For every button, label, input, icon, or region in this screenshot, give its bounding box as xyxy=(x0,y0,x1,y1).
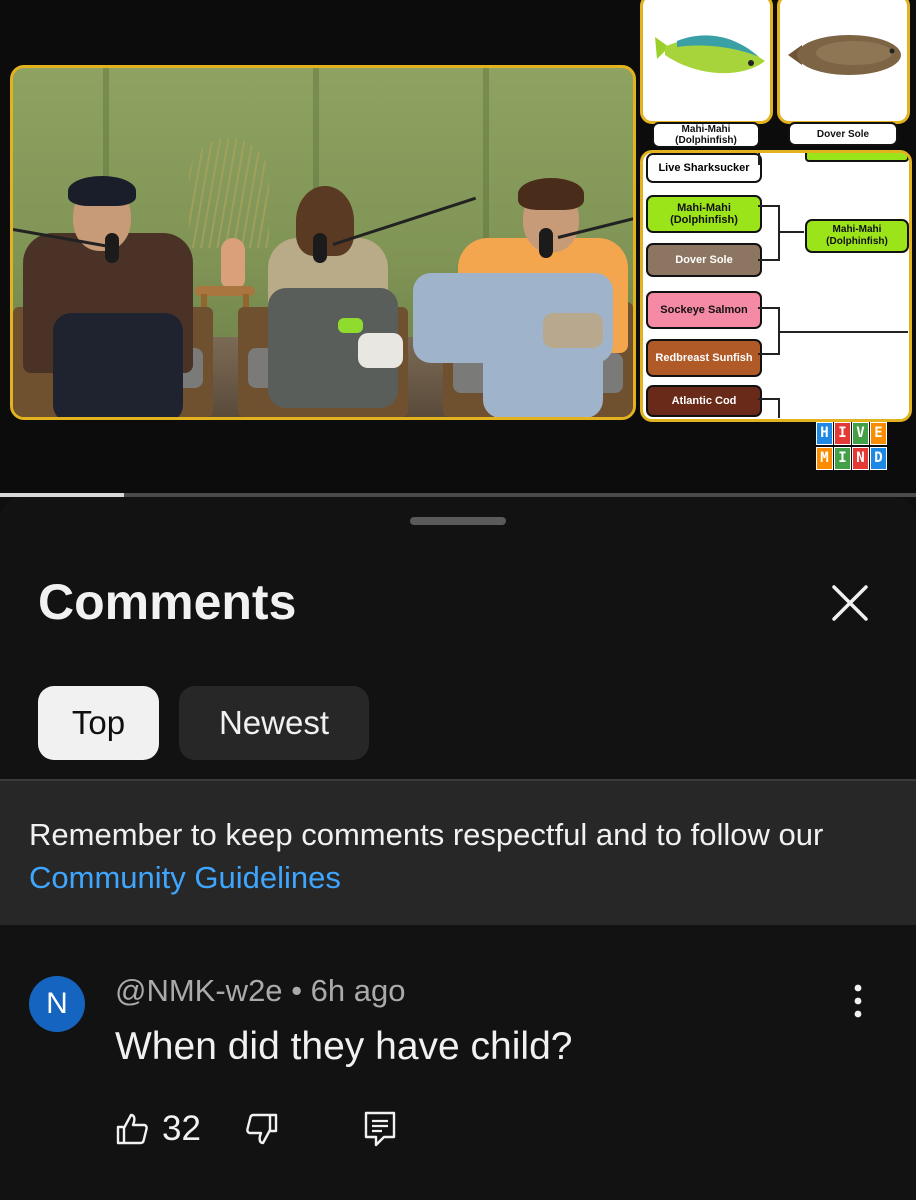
comments-title: Comments xyxy=(38,574,297,630)
community-notice: Remember to keep comments respectful and… xyxy=(0,779,916,925)
reply-icon xyxy=(364,1111,396,1147)
comment-text: When did they have child? xyxy=(115,1025,573,1068)
bracket-team: Atlantic Cod xyxy=(646,385,762,417)
avatar[interactable]: N xyxy=(29,976,85,1032)
drag-handle[interactable] xyxy=(410,517,506,525)
fish-card-dover-sole xyxy=(777,0,910,124)
comment-author[interactable]: @NMK-w2e xyxy=(115,973,283,1008)
reply-button[interactable] xyxy=(362,1107,398,1151)
comments-sheet: Comments Top Newest Remember to keep com… xyxy=(0,497,916,1200)
comment-meta: @NMK-w2e • 6h ago xyxy=(115,973,406,1009)
close-button[interactable] xyxy=(826,579,874,627)
card-label-dover: Dover Sole xyxy=(788,122,898,146)
notice-text: Remember to keep comments respectful and… xyxy=(29,817,824,852)
camera-feed xyxy=(10,65,636,420)
meta-separator: • xyxy=(291,973,303,1008)
community-guidelines-link[interactable]: Community Guidelines xyxy=(29,860,341,895)
like-count: 32 xyxy=(162,1109,201,1148)
bracket-team: Mahi-Mahi (Dolphinfish) xyxy=(646,195,762,233)
dislike-button[interactable] xyxy=(244,1107,280,1151)
thumbs-down-icon xyxy=(246,1113,278,1145)
card-label-mahi: Mahi-Mahi (Dolphinfish) xyxy=(652,122,760,148)
bracket-team: Redbreast Sunfish xyxy=(646,339,762,377)
plant xyxy=(189,138,269,248)
comment-time: 6h ago xyxy=(310,973,406,1008)
thumbs-up-icon xyxy=(116,1113,148,1145)
more-vert-icon xyxy=(854,984,862,1018)
like-button[interactable]: 32 xyxy=(114,1107,201,1151)
video-player[interactable]: Mahi-Mahi (Dolphinfish) Dover Sole Live … xyxy=(0,0,916,493)
bracket-team: Dover Sole xyxy=(646,243,762,277)
bracket-winner: Mahi-Mahi (Dolphinfish) xyxy=(805,219,909,253)
bracket-team: Sockeye Salmon xyxy=(646,291,762,329)
tab-newest[interactable]: Newest xyxy=(179,686,369,760)
vase xyxy=(221,238,245,288)
hive-mind-logo: H I V E M I N D xyxy=(816,422,888,472)
more-options-button[interactable] xyxy=(842,981,874,1021)
tournament-bracket: Mahi-Mahi (Dolphinfish) Dover Sole Live … xyxy=(640,0,916,422)
fish-card-mahi xyxy=(640,0,773,124)
bracket-board: Live Sharksucker Mahi-Mahi (Dolphinfish) D… xyxy=(640,150,912,422)
tab-top[interactable]: Top xyxy=(38,686,159,760)
close-icon xyxy=(832,585,868,621)
bracket-team: Live Sharksucker xyxy=(646,153,762,183)
